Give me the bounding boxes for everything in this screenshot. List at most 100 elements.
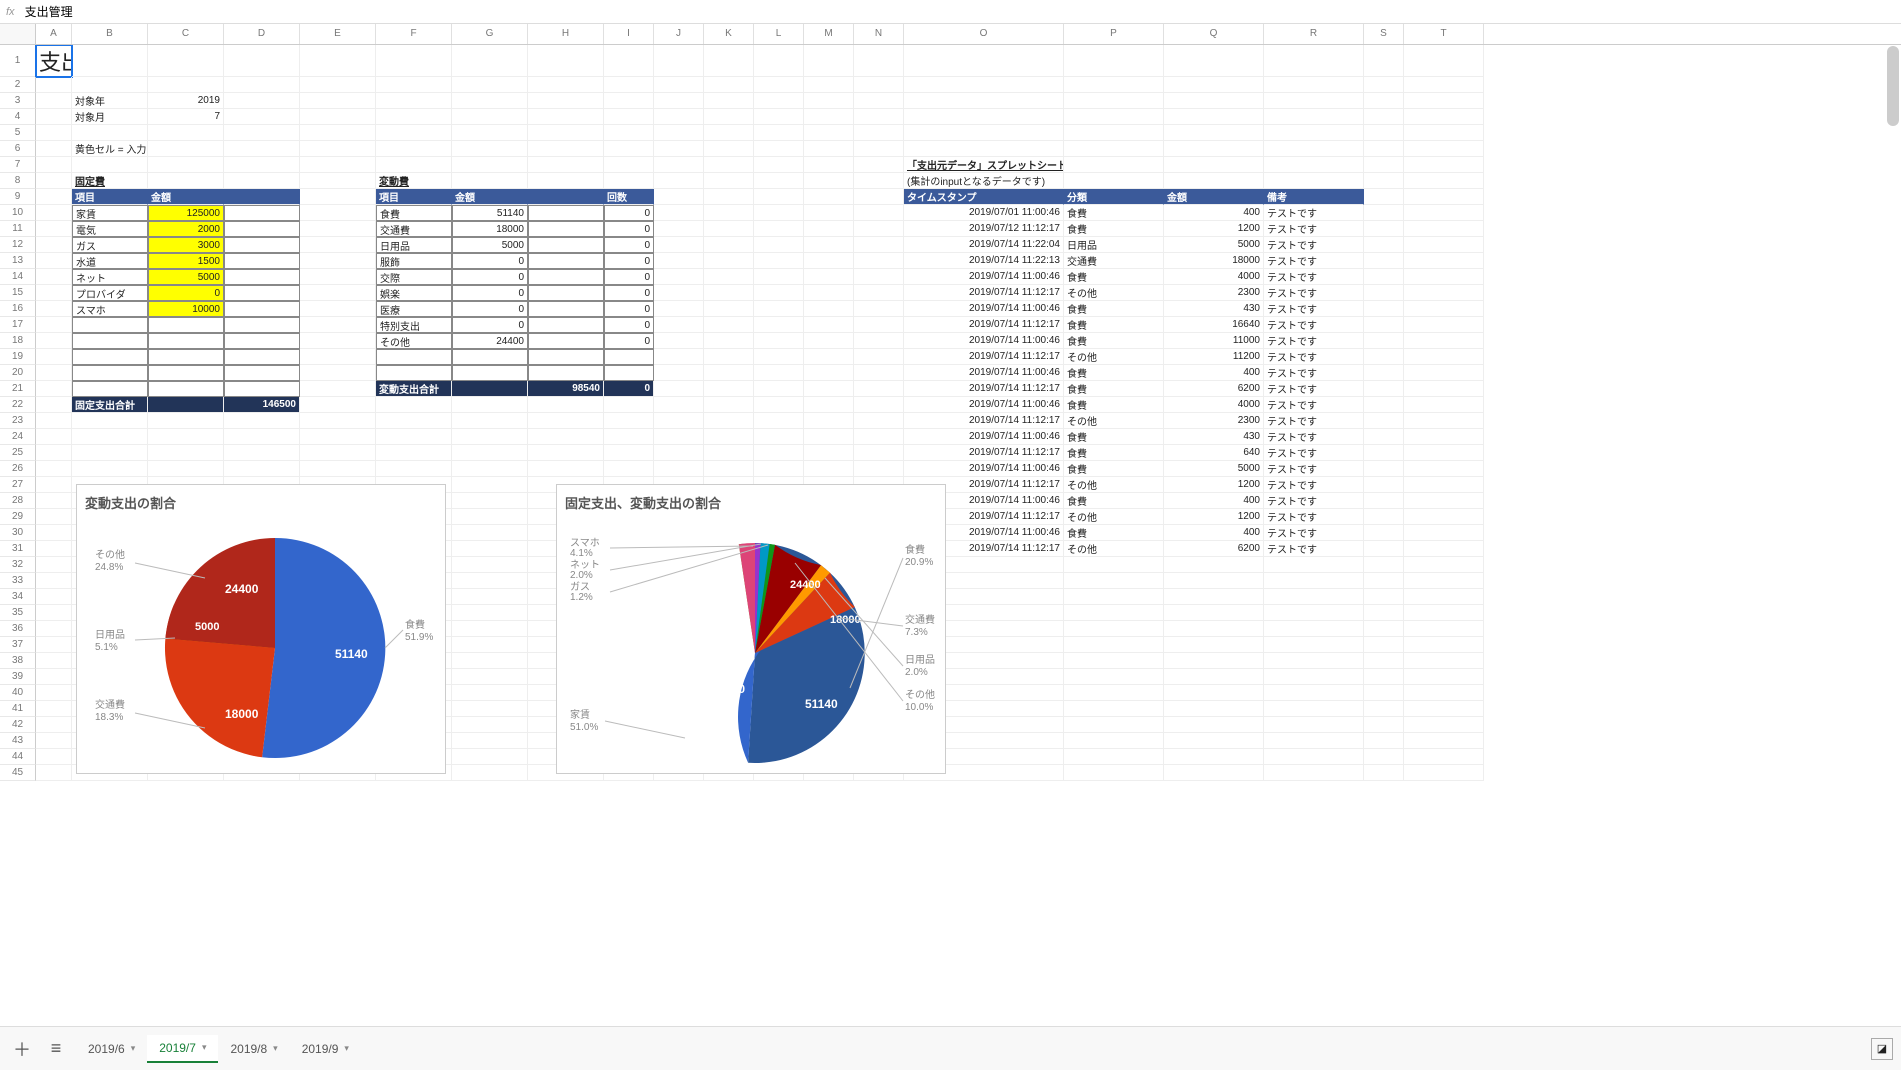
cell-O19[interactable]: 2019/07/14 11:12:17	[904, 349, 1064, 365]
cell-C11[interactable]: 2000	[148, 221, 224, 237]
cell-P37[interactable]	[1064, 637, 1164, 653]
cell-J15[interactable]	[654, 285, 704, 301]
cell-S11[interactable]	[1364, 221, 1404, 237]
cell-A32[interactable]	[36, 557, 72, 573]
cell-P17[interactable]: 食費	[1064, 317, 1164, 333]
row-header-44[interactable]: 44	[0, 749, 36, 765]
cell-R24[interactable]: テストです	[1264, 429, 1364, 445]
cell-C6[interactable]	[148, 141, 224, 157]
cell-D18[interactable]	[224, 333, 300, 349]
cell-R39[interactable]	[1264, 669, 1364, 685]
cell-C26[interactable]	[148, 461, 224, 477]
cell-E11[interactable]	[300, 221, 376, 237]
sheet-tab[interactable]: 2019/6▾	[76, 1035, 147, 1063]
cell-H12[interactable]	[528, 237, 604, 253]
cell-J5[interactable]	[654, 125, 704, 141]
cell-J26[interactable]	[654, 461, 704, 477]
cell-H8[interactable]	[528, 173, 604, 189]
cell-P33[interactable]	[1064, 573, 1164, 589]
cell-Q29[interactable]: 1200	[1164, 509, 1264, 525]
cell-M3[interactable]	[804, 93, 854, 109]
cell-R19[interactable]: テストです	[1264, 349, 1364, 365]
cell-C13[interactable]: 1500	[148, 253, 224, 269]
cell-S34[interactable]	[1364, 589, 1404, 605]
cell-T4[interactable]	[1404, 109, 1484, 125]
cell-S37[interactable]	[1364, 637, 1404, 653]
cell-C16[interactable]: 10000	[148, 301, 224, 317]
cell-P4[interactable]	[1064, 109, 1164, 125]
cell-T20[interactable]	[1404, 365, 1484, 381]
cell-M4[interactable]	[804, 109, 854, 125]
cell-K17[interactable]	[704, 317, 754, 333]
cell-E26[interactable]	[300, 461, 376, 477]
cell-T27[interactable]	[1404, 477, 1484, 493]
cell-O13[interactable]: 2019/07/14 11:22:13	[904, 253, 1064, 269]
cell-M25[interactable]	[804, 445, 854, 461]
cell-B20[interactable]	[72, 365, 148, 381]
cell-Q8[interactable]	[1164, 173, 1264, 189]
cell-Q17[interactable]: 16640	[1164, 317, 1264, 333]
cell-P25[interactable]: 食費	[1064, 445, 1164, 461]
cell-P42[interactable]	[1064, 717, 1164, 733]
cell-E7[interactable]	[300, 157, 376, 173]
cell-R36[interactable]	[1264, 621, 1364, 637]
cell-L12[interactable]	[754, 237, 804, 253]
cell-Q41[interactable]	[1164, 701, 1264, 717]
cell-G6[interactable]	[452, 141, 528, 157]
row-header-4[interactable]: 4	[0, 109, 36, 125]
cell-A40[interactable]	[36, 685, 72, 701]
cell-E25[interactable]	[300, 445, 376, 461]
cell-N17[interactable]	[854, 317, 904, 333]
cell-J17[interactable]	[654, 317, 704, 333]
cell-S19[interactable]	[1364, 349, 1404, 365]
cell-C1[interactable]	[148, 45, 224, 77]
cell-A24[interactable]	[36, 429, 72, 445]
cell-P9[interactable]: 分類	[1064, 189, 1164, 205]
cell-O21[interactable]: 2019/07/14 11:12:17	[904, 381, 1064, 397]
cell-T3[interactable]	[1404, 93, 1484, 109]
cell-A35[interactable]	[36, 605, 72, 621]
cell-D13[interactable]	[224, 253, 300, 269]
cell-G10[interactable]: 51140	[452, 205, 528, 221]
cell-T32[interactable]	[1404, 557, 1484, 573]
cell-G35[interactable]	[452, 605, 528, 621]
cell-T19[interactable]	[1404, 349, 1484, 365]
cell-P16[interactable]: 食費	[1064, 301, 1164, 317]
cell-D7[interactable]	[224, 157, 300, 173]
cell-M24[interactable]	[804, 429, 854, 445]
cell-P2[interactable]	[1064, 77, 1164, 93]
cell-A28[interactable]	[36, 493, 72, 509]
cell-E8[interactable]	[300, 173, 376, 189]
cell-A11[interactable]	[36, 221, 72, 237]
cell-O6[interactable]	[904, 141, 1064, 157]
cell-L4[interactable]	[754, 109, 804, 125]
cell-K4[interactable]	[704, 109, 754, 125]
cell-M6[interactable]	[804, 141, 854, 157]
row-header-37[interactable]: 37	[0, 637, 36, 653]
cell-K7[interactable]	[704, 157, 754, 173]
cell-G3[interactable]	[452, 93, 528, 109]
cell-P40[interactable]	[1064, 685, 1164, 701]
row-header-14[interactable]: 14	[0, 269, 36, 285]
row-header-35[interactable]: 35	[0, 605, 36, 621]
cell-S24[interactable]	[1364, 429, 1404, 445]
cell-S14[interactable]	[1364, 269, 1404, 285]
cell-N19[interactable]	[854, 349, 904, 365]
cell-C19[interactable]	[148, 349, 224, 365]
cell-O23[interactable]: 2019/07/14 11:12:17	[904, 413, 1064, 429]
cell-O14[interactable]: 2019/07/14 11:00:46	[904, 269, 1064, 285]
cell-P45[interactable]	[1064, 765, 1164, 781]
cell-T44[interactable]	[1404, 749, 1484, 765]
cell-E6[interactable]	[300, 141, 376, 157]
cell-M20[interactable]	[804, 365, 854, 381]
cell-P27[interactable]: その他	[1064, 477, 1164, 493]
cell-Q11[interactable]: 1200	[1164, 221, 1264, 237]
row-header-33[interactable]: 33	[0, 573, 36, 589]
cell-S10[interactable]	[1364, 205, 1404, 221]
cell-M23[interactable]	[804, 413, 854, 429]
cell-N6[interactable]	[854, 141, 904, 157]
row-header-13[interactable]: 13	[0, 253, 36, 269]
cell-N26[interactable]	[854, 461, 904, 477]
cell-K26[interactable]	[704, 461, 754, 477]
cell-E9[interactable]	[300, 189, 376, 205]
